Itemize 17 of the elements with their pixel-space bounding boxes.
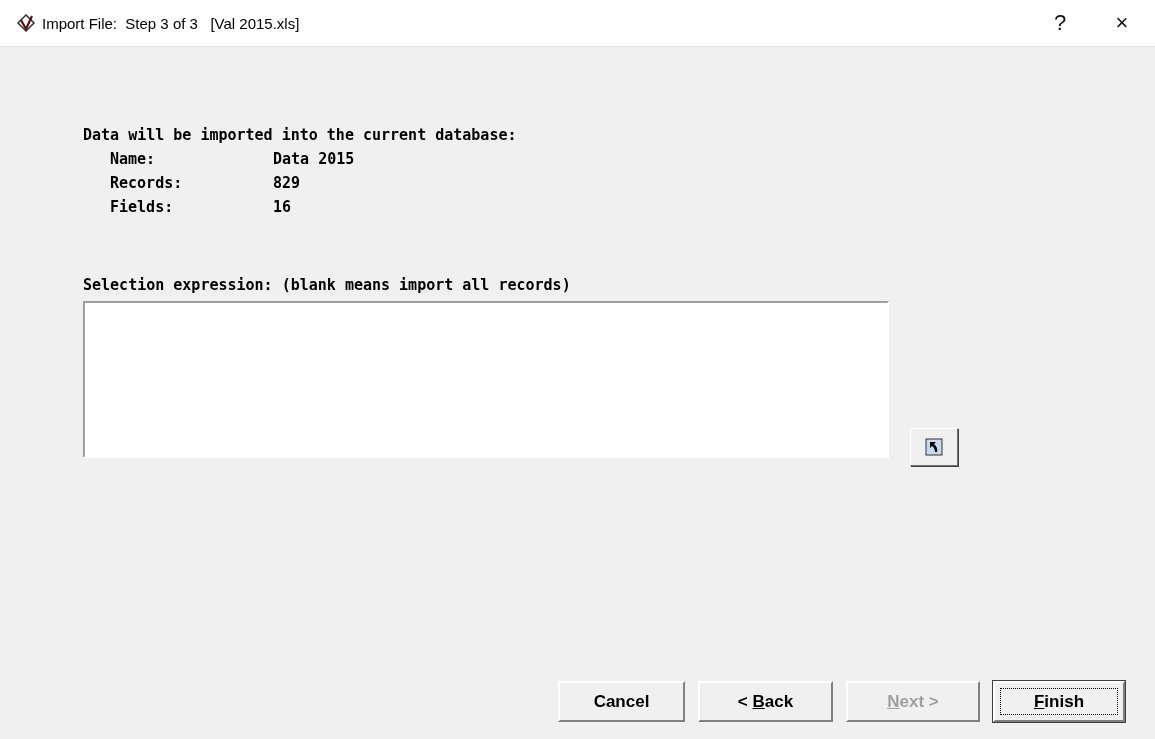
dialog-button[interactable]: < Back	[698, 681, 833, 722]
summary-value: Data 2015	[273, 149, 356, 170]
summary-label: Records:	[110, 173, 184, 194]
summary-label: Fields:	[110, 197, 175, 218]
dialog-button[interactable]: Finish	[993, 681, 1125, 722]
summary-heading: Data will be imported into the current database:	[83, 125, 518, 146]
summary-value: 16	[273, 197, 293, 218]
summary-label: Name:	[110, 149, 157, 170]
expression-builder-button[interactable]	[910, 428, 958, 466]
close-button[interactable]: ×	[1099, 0, 1145, 46]
selection-label: Selection expression: (blank means import all records)	[83, 275, 572, 296]
summary-value: 829	[273, 173, 302, 194]
selection-expression-field[interactable]	[83, 301, 889, 458]
app-logo-icon	[16, 13, 36, 33]
window-title: Import File: Step 3 of 3 [Val 2015.xls]	[42, 14, 301, 32]
help-button[interactable]: ?	[1037, 0, 1083, 46]
dialog-button[interactable]: Cancel	[558, 681, 685, 722]
